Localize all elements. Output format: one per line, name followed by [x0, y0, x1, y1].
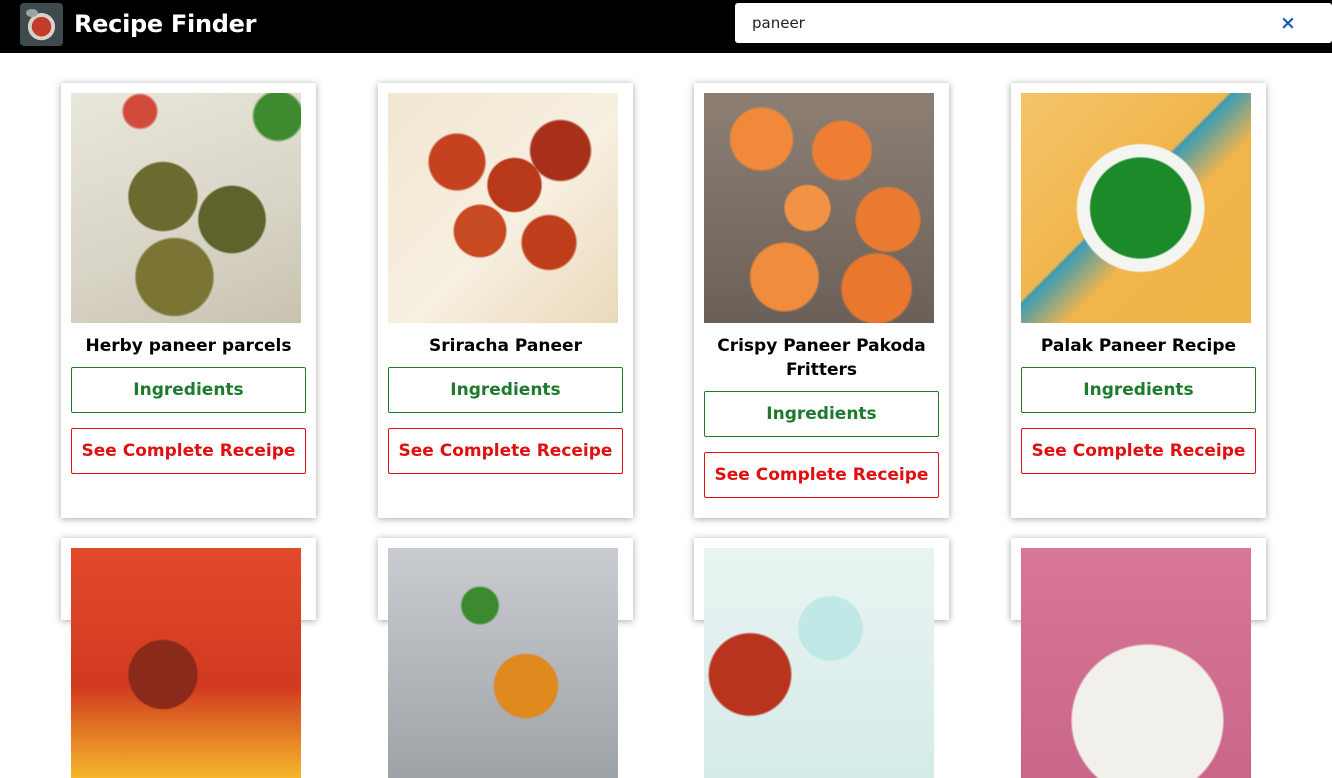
recipe-name: Crispy Paneer Pakoda Fritters: [717, 336, 926, 380]
see-complete-recipe-button[interactable]: See Complete Receipe: [71, 428, 306, 474]
recipe-image[interactable]: [704, 93, 934, 323]
recipe-image[interactable]: [71, 548, 301, 778]
recipe-grid: Herby paneer parcels Ingredients See Com…: [0, 0, 1332, 778]
recipe-card: [1011, 538, 1266, 778]
recipe-name: Sriracha Paneer: [429, 336, 582, 356]
recipe-name: Herby paneer parcels: [85, 336, 292, 356]
ingredients-button[interactable]: Ingredients: [1021, 367, 1256, 413]
ingredients-button[interactable]: Ingredients: [71, 367, 306, 413]
recipe-card: Sriracha Paneer Ingredients See Complete…: [378, 83, 633, 518]
recipe-name: Palak Paneer Recipe: [1040, 336, 1237, 356]
recipe-image[interactable]: [1021, 93, 1251, 323]
see-complete-recipe-button[interactable]: See Complete Receipe: [1021, 428, 1256, 474]
recipe-image[interactable]: [388, 548, 618, 778]
ingredients-button[interactable]: Ingredients: [704, 391, 939, 437]
recipe-card: Palak Paneer Recipe Ingredients See Comp…: [1011, 83, 1266, 518]
recipe-card: Crispy Paneer Pakoda Fritters Ingredient…: [694, 83, 949, 518]
recipe-image[interactable]: [71, 93, 301, 323]
recipe-image[interactable]: [704, 548, 934, 778]
recipe-card: [61, 538, 316, 778]
see-complete-recipe-button[interactable]: See Complete Receipe: [704, 452, 939, 498]
recipe-image[interactable]: [1021, 548, 1251, 778]
recipe-card: Herby paneer parcels Ingredients See Com…: [61, 83, 316, 518]
see-complete-recipe-button[interactable]: See Complete Receipe: [388, 428, 623, 474]
recipe-image[interactable]: [388, 93, 618, 323]
recipe-card: [694, 538, 949, 778]
recipe-card: [378, 538, 633, 778]
ingredients-button[interactable]: Ingredients: [388, 367, 623, 413]
